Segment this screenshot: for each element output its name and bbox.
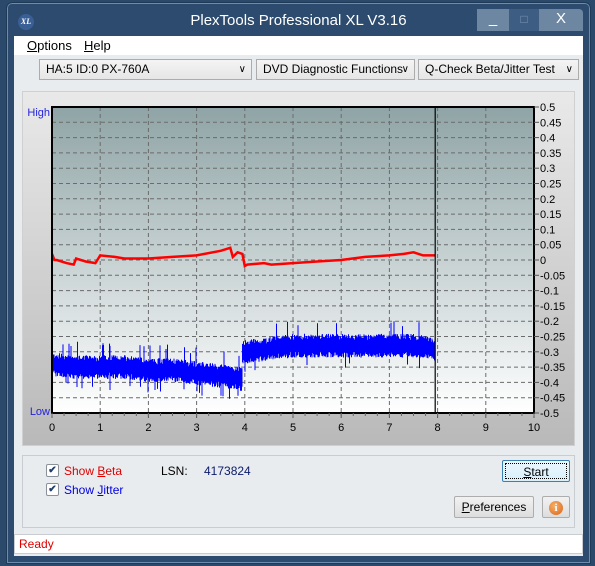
x-tick-label: 10 (528, 422, 540, 434)
y-tick-label: -0.15 (540, 301, 565, 313)
menu-help-label: elp (93, 38, 111, 53)
y-tick-label: -0.2 (540, 316, 559, 328)
checkmark-icon: ✔ (48, 465, 57, 476)
x-tick-label: 2 (145, 422, 151, 434)
x-tick-label: 3 (194, 422, 200, 434)
x-tick-label: 0 (49, 422, 55, 434)
show-beta-rest: eta (105, 464, 123, 478)
test-select-value: Q-Check Beta/Jitter Test (425, 62, 555, 76)
function-select[interactable]: DVD Diagnostic Functions ∨ (256, 59, 415, 80)
chevron-down-icon: ∨ (238, 64, 246, 75)
control-panel: ✔ Show Beta ✔ Show Jitter LSN: 4173824 S… (22, 455, 575, 528)
y-tick-label: -0.4 (540, 377, 559, 389)
x-tick-label: 5 (290, 422, 296, 434)
y-tick-label: -0.5 (540, 408, 559, 420)
y-tick-label: 0.3 (540, 163, 555, 175)
show-jitter-rest: itter (103, 483, 124, 497)
show-beta-checkbox[interactable]: ✔ (46, 464, 59, 477)
info-icon: i (549, 501, 563, 515)
start-button[interactable]: Start (502, 460, 570, 482)
drive-select[interactable]: HA:5 ID:0 PX-760A ∨ (39, 59, 252, 80)
start-label: tart (531, 465, 549, 479)
x-tick-label: 1 (97, 422, 103, 434)
info-button[interactable]: i (542, 496, 570, 518)
show-jitter-checkbox[interactable]: ✔ (46, 483, 59, 496)
y-tick-label: 0.25 (540, 179, 561, 191)
minimize-button[interactable]: _ (477, 9, 509, 31)
show-beta-pre: Show (64, 464, 98, 478)
x-tick-label: 7 (386, 422, 392, 434)
x-tick-label: 9 (483, 422, 489, 434)
y-tick-label: 0.05 (540, 240, 561, 252)
chevron-down-icon: ∨ (401, 64, 409, 75)
menu-options[interactable]: Options (27, 38, 72, 53)
client-area: Options Help HA:5 ID:0 PX-760A ∨ DVD Dia… (14, 36, 583, 556)
y-tick-label: 0.1 (540, 224, 555, 236)
y-tick-label: 0.4 (540, 133, 555, 145)
y-tick-label: -0.05 (540, 270, 565, 282)
y-tick-label: -0.3 (540, 347, 559, 359)
menu-bar: Options Help (14, 36, 583, 55)
app-window: XL PlexTools Professional XL V3.16 _ □ X… (6, 2, 591, 564)
toolbar: HA:5 ID:0 PX-760A ∨ DVD Diagnostic Funct… (14, 55, 583, 85)
y-tick-label: 0.5 (540, 102, 555, 114)
maximize-button[interactable]: □ (509, 9, 539, 31)
chart-panel: 0 1 2 3 4 5 6 7 8 9 10 0.5 0.45 0.4 0.35 0.3 0.25 0.2 0.1… (22, 91, 575, 446)
show-jitter-pre: Show (64, 483, 98, 497)
show-beta-label[interactable]: Show Beta (64, 464, 122, 478)
y-tick-label: 0.45 (540, 117, 561, 129)
close-button[interactable]: X (539, 9, 583, 31)
beta-jitter-chart: 0 1 2 3 4 5 6 7 8 9 10 0.5 0.45 0.4 0.35 0.3 0.25 0.2 0.1… (27, 102, 565, 434)
low-label: Low (30, 406, 50, 418)
x-tick-label: 4 (242, 422, 248, 434)
preferences-accel: P (461, 500, 470, 514)
test-select[interactable]: Q-Check Beta/Jitter Test ∨ (418, 59, 579, 80)
menu-help[interactable]: Help (84, 38, 111, 53)
x-tick-label: 6 (338, 422, 344, 434)
lsn-label: LSN: (161, 464, 188, 478)
status-text: Ready (19, 537, 54, 551)
drive-select-value: HA:5 ID:0 PX-760A (46, 62, 150, 76)
y-tick-label: 0.35 (540, 148, 561, 160)
y-tick-label: -0.25 (540, 332, 565, 344)
lsn-value: 4173824 (204, 464, 251, 478)
y-axis: 0.5 0.45 0.4 0.35 0.3 0.25 0.2 0.15 0.1 0.05 0 -0.0… (534, 102, 565, 420)
chevron-down-icon: ∨ (565, 64, 573, 75)
y-tick-label: 0.2 (540, 194, 555, 206)
x-axis: 0 1 2 3 4 5 6 7 8 9 10 (49, 413, 540, 434)
status-bar: Ready (14, 534, 583, 554)
checkmark-icon: ✔ (48, 484, 57, 495)
title-bar[interactable]: XL PlexTools Professional XL V3.16 _ □ X (7, 3, 590, 36)
menu-options-accel: O (27, 38, 38, 53)
function-select-value: DVD Diagnostic Functions (263, 62, 404, 76)
x-tick-label: 8 (435, 422, 441, 434)
preferences-label: references (469, 500, 527, 514)
y-tick-label: 0.15 (540, 209, 561, 221)
preferences-button[interactable]: Preferences (454, 496, 534, 518)
y-tick-label: -0.35 (540, 362, 565, 374)
y-tick-label: -0.45 (540, 393, 565, 405)
high-label: High (27, 107, 50, 119)
y-tick-label: -0.1 (540, 286, 559, 298)
y-tick-label: 0 (540, 255, 546, 267)
menu-options-label: ptions (37, 38, 72, 53)
show-jitter-label[interactable]: Show Jitter (64, 483, 123, 497)
menu-help-accel: H (84, 38, 94, 53)
